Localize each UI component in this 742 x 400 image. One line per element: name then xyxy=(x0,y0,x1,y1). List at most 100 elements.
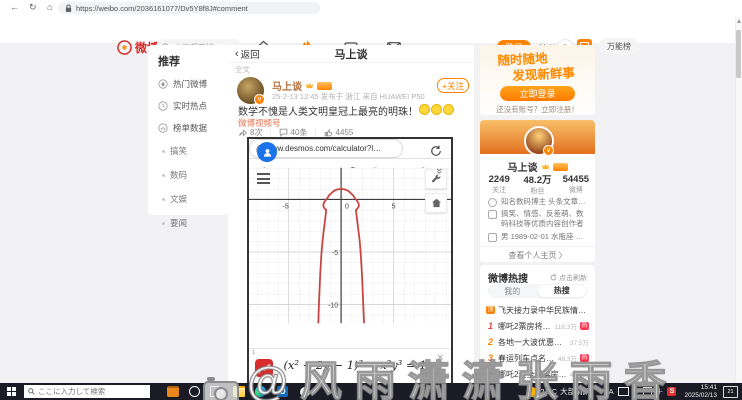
follow-button[interactable]: +关注 xyxy=(437,78,469,93)
login-now-button[interactable]: 立即登录 xyxy=(500,86,575,101)
address-bar[interactable]: https://weibo.com/2036161077/Dv5Y8f8J#co… xyxy=(58,2,320,14)
vip-level-badge xyxy=(552,162,568,171)
channel-label: 数码 xyxy=(170,170,188,180)
sidebar-item-hot-weibo[interactable]: 热门微博 xyxy=(148,73,228,95)
expression-index: 1 xyxy=(252,350,256,356)
weather-temp: 21°C xyxy=(540,387,558,396)
plus-icon[interactable]: ＋ xyxy=(656,386,664,397)
hot-item-1[interactable]: 1 哪吒2票房将破100亿 118.3万 热 xyxy=(480,318,595,334)
profile-avatar[interactable]: V xyxy=(524,126,554,156)
hot-item-4[interactable]: 4 哪吒2进全球票房TOP20 48.5万 xyxy=(480,366,595,382)
rank-number: 1 xyxy=(487,321,493,331)
collapse-chevrons-icon[interactable]: » xyxy=(433,168,445,174)
clock-date: 2025/02/13 xyxy=(684,391,717,399)
profile-homepage-link[interactable]: 查看个人主页 〉 xyxy=(480,246,595,262)
hot-badge: 热 xyxy=(579,354,589,362)
menu-icon[interactable] xyxy=(257,173,270,184)
hot-item-2[interactable]: 2 各地一大波优惠政策来袭 37.5万 xyxy=(480,334,595,350)
start-button[interactable] xyxy=(5,385,18,398)
hot-board-pill[interactable]: 万能榜 xyxy=(599,38,639,54)
weather-widget[interactable]: 21°C 大部晴朗 xyxy=(527,386,590,397)
like-button[interactable]: 4455 xyxy=(324,128,354,137)
taskbar-clock[interactable]: 15:41 2025/02/13 xyxy=(684,384,717,400)
share-icon xyxy=(239,129,247,137)
post-image-desmos[interactable]: www.desmos.com/calculator?lang -5 0 5 -5… xyxy=(247,137,453,385)
hot-count: 48.3万 xyxy=(557,356,577,363)
tab-mine[interactable]: 我的 xyxy=(488,286,537,297)
vip-level-badge xyxy=(317,81,332,90)
ime-indicator[interactable]: A xyxy=(609,387,614,396)
y-tick: -10 xyxy=(328,302,338,309)
cortana-icon[interactable] xyxy=(188,385,201,398)
tab-hot-active[interactable]: 热搜 xyxy=(537,285,586,297)
taskbar: ここに入力して検索 O 21°C 大部晴朗 ^ A ✕ ＋ S 15:41 20… xyxy=(0,383,742,400)
pinned-app-icon[interactable] xyxy=(298,385,311,398)
weibo-eye-icon xyxy=(117,40,132,55)
desmos-logo-icon xyxy=(255,359,273,377)
hot-item-top[interactable]: 顶 飞天接力录中华民族情缘千年… xyxy=(480,302,595,318)
fire-icon xyxy=(158,79,168,89)
sidebar-channel-news[interactable]: 要闻 xyxy=(148,211,228,235)
briefcase-app-icon[interactable] xyxy=(166,385,179,398)
page-reload-icon[interactable] xyxy=(430,145,442,157)
post-topbar: ‹ 返回 马上谈 xyxy=(228,45,474,63)
stat-follow[interactable]: 2249 关注 xyxy=(480,174,518,195)
sidebar-item-realtime[interactable]: 实时热点 xyxy=(148,95,228,117)
scroll-up-arrow[interactable] xyxy=(736,19,741,23)
close-expression-icon[interactable]: × xyxy=(437,352,443,364)
desmos-url-text: www.desmos.com/calculator?lang xyxy=(266,144,384,153)
outlook-icon[interactable]: O xyxy=(276,385,289,398)
notification-center-icon[interactable]: 21 xyxy=(723,385,738,398)
bullet-icon xyxy=(162,197,165,201)
hot-item-3[interactable]: 3 春运列车点名单曝光 48.3万 热 xyxy=(480,350,595,366)
sogou-tray-icon[interactable]: S xyxy=(667,387,677,396)
tray-expand-icon[interactable]: ^ xyxy=(601,387,605,396)
scrollbar-thumb[interactable] xyxy=(736,30,741,78)
refresh-button[interactable]: 点击刷新 xyxy=(550,273,587,283)
clipboard-icon[interactable] xyxy=(642,386,652,397)
author-avatar[interactable]: V xyxy=(237,77,265,105)
laugh-emoji xyxy=(419,104,430,115)
task-view-icon[interactable] xyxy=(210,385,223,398)
bio-text: 搞笑、情感、反差萌、数码科技等优质内容创作者 xyxy=(501,209,584,228)
sidebar-channel-funny[interactable]: 搞笑 xyxy=(148,139,228,163)
taskbar-search[interactable]: ここに入力して検索 xyxy=(24,385,150,398)
desmos-graph[interactable]: -5 0 5 -5 -10 xyxy=(249,167,451,324)
sidebar-channel-digital[interactable]: 数码 xyxy=(148,163,228,187)
profile-bio-3: 男 1989-02-01 水瓶座 浙江 杭州 xyxy=(488,232,588,242)
graph-home-button[interactable] xyxy=(425,193,447,213)
crown-icon xyxy=(306,82,313,89)
stat-fans[interactable]: 48.2万 粉丝 xyxy=(518,172,556,196)
display-icon[interactable] xyxy=(617,387,629,396)
x-tick: 0 xyxy=(345,203,349,210)
mute-icon[interactable]: ✕ xyxy=(633,387,639,396)
profile-card: V 马上谈 2249 关注 48.2万 粉丝 54455 微博 知名数码博主 头… xyxy=(480,120,595,262)
rank-number: 3 xyxy=(487,353,493,363)
reload-icon[interactable]: ↻ xyxy=(29,2,37,13)
sidebar-item-board[interactable]: 榜单数据 xyxy=(148,117,228,139)
hot-item-text: 哪吒2票房将破100亿 xyxy=(498,321,552,331)
section-label: 全文 xyxy=(235,65,250,74)
left-sidebar: 推荐 热门微博 实时热点 榜单数据 搞笑 数码 文娱 要闻 xyxy=(148,45,228,228)
file-explorer-icon[interactable] xyxy=(232,385,245,398)
x-tick: 5 xyxy=(392,203,396,210)
expression-row[interactable]: 1 (x² + 2y − 1)³ − x²y³ = 1 × xyxy=(249,348,451,386)
stat-label: 微博 xyxy=(568,186,583,194)
back-icon[interactable]: ← xyxy=(10,2,19,12)
home-icon[interactable]: ⌂ xyxy=(47,2,52,12)
rank-number: 2 xyxy=(487,337,493,347)
info-icon xyxy=(488,233,497,242)
refresh-label: 点击刷新 xyxy=(559,274,587,282)
edge-icon[interactable] xyxy=(254,385,267,398)
like-count: 4455 xyxy=(335,128,354,137)
register-hint[interactable]: 还没有账号？立即注册！ xyxy=(480,104,595,115)
hot-badge: 热 xyxy=(579,322,589,330)
browser-chrome: ← ↻ ⌂ https://weibo.com/2036161077/Dv5Y8… xyxy=(0,0,742,18)
laugh-emoji xyxy=(431,104,442,115)
sidebar-channel-ent[interactable]: 文娱 xyxy=(148,187,228,211)
system-tray: ^ A ✕ ＋ S xyxy=(601,386,677,397)
stat-posts[interactable]: 54455 微博 xyxy=(557,174,595,195)
weather-desc: 大部晴朗 xyxy=(560,387,591,396)
clock-icon xyxy=(158,101,168,111)
slogan-line2: 发现新鲜事 xyxy=(512,65,576,83)
